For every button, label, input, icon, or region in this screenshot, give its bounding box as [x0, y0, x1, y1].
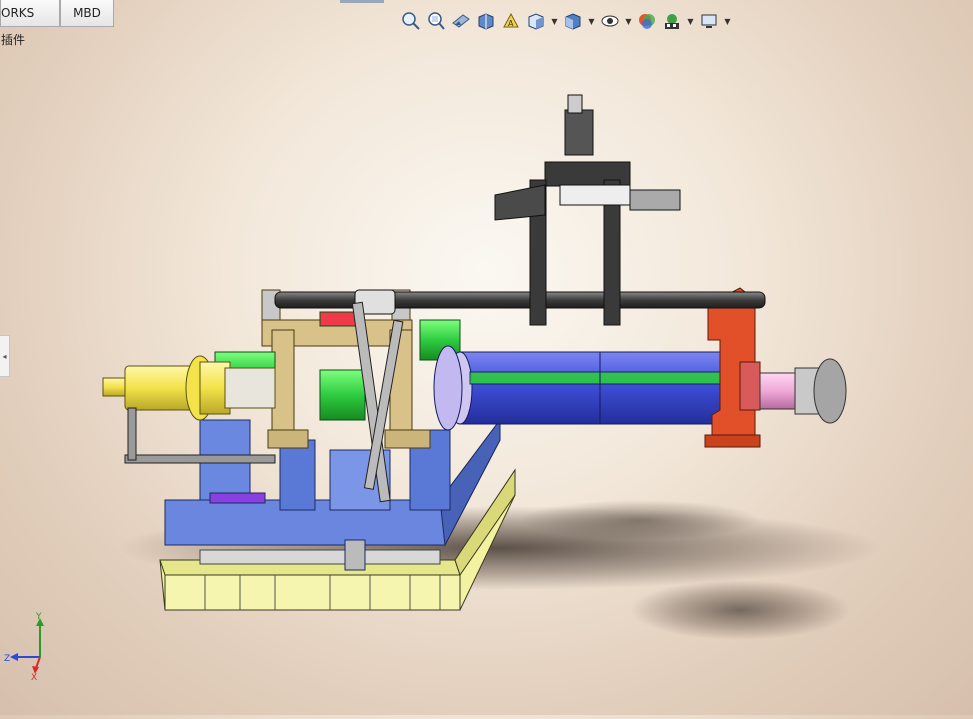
graphics-viewport[interactable] — [0, 0, 973, 715]
overhead-gantry — [274, 94, 766, 326]
hide-show-dropdown-icon[interactable]: ▼ — [624, 17, 633, 26]
hide-show-items-icon[interactable] — [599, 10, 621, 32]
triad-x-label: X — [31, 673, 37, 682]
previous-view-icon[interactable] — [450, 10, 472, 32]
collapse-arrow-icon: ◂ — [2, 351, 7, 361]
end-coupling — [759, 358, 847, 424]
dynamic-annotation-view-icon[interactable]: A — [500, 10, 522, 32]
edit-appearance-icon[interactable] — [636, 10, 658, 32]
svg-text:A: A — [508, 19, 514, 28]
zoom-to-fit-icon[interactable] — [400, 10, 422, 32]
tab-indicator — [340, 0, 384, 3]
reference-triad: Y Z X — [4, 612, 64, 683]
apply-scene-dropdown-icon[interactable]: ▼ — [686, 17, 695, 26]
zoom-to-area-icon[interactable] — [425, 10, 447, 32]
view-orientation-icon[interactable] — [525, 10, 547, 32]
command-manager-tabs: ORKS 插件 MBD — [0, 0, 114, 47]
apply-scene-icon[interactable] — [661, 10, 683, 32]
feature-manager-collapse-handle[interactable]: ◂ — [0, 335, 10, 377]
section-view-icon[interactable] — [475, 10, 497, 32]
tab-solidworks-addins[interactable]: ORKS 插件 — [0, 0, 60, 47]
triad-z-label: Z — [4, 654, 10, 664]
heads-up-view-toolbar: A ▼ ▼ ▼ ▼ ▼ — [400, 8, 732, 34]
tab-mbd[interactable]: MBD — [60, 0, 114, 27]
display-style-icon[interactable] — [562, 10, 584, 32]
display-style-dropdown-icon[interactable]: ▼ — [587, 17, 596, 26]
view-settings-icon[interactable] — [698, 10, 720, 32]
main-cylinder-blue — [433, 345, 741, 431]
triad-y-label: Y — [35, 612, 42, 622]
view-orientation-dropdown-icon[interactable]: ▼ — [550, 17, 559, 26]
view-settings-dropdown-icon[interactable]: ▼ — [723, 17, 732, 26]
